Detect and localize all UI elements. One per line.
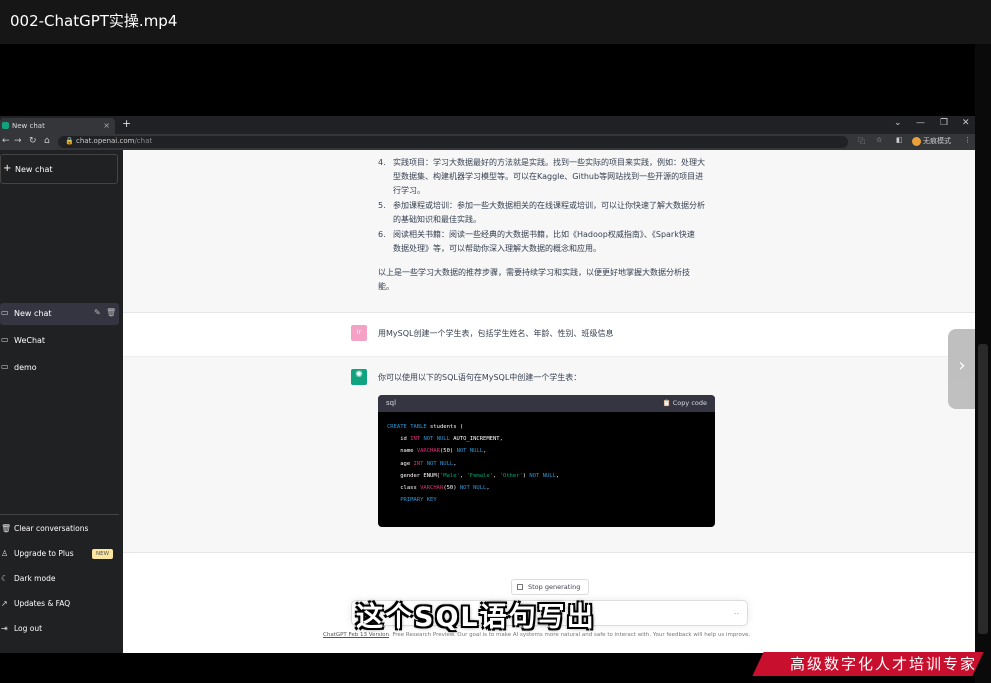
chat-bubble-icon: ▭ <box>1 362 9 371</box>
bookmark-star-icon[interactable]: ☆ <box>876 136 882 144</box>
player-title-bar: 002-ChatGPT实操.mp4 <box>0 0 991 44</box>
list-number: 6. <box>378 230 386 239</box>
answer-summary: 能。 <box>378 282 394 291</box>
chat-main: 4. 实践项目：学习大数据最好的方法就是实践。找到一些实际的项目来实践，例如：处… <box>123 150 975 653</box>
video-title: 002-ChatGPT实操.mp4 <box>10 12 178 30</box>
updates-faq-link[interactable]: ↗ Updates & FAQ <box>0 594 119 614</box>
sidebar-divider <box>0 514 119 515</box>
log-out-button[interactable]: ⇥ Log out <box>0 619 119 639</box>
sidebar-chat-item[interactable]: ▭ demo <box>0 357 119 379</box>
code-line: gender ENUM('Male', 'Female', 'Other') N… <box>387 472 560 479</box>
openai-favicon-icon <box>2 122 9 129</box>
sidebar: + New chat ▭ New chat ✎ 🗑 ▭ WeChat ▭ dem… <box>0 150 123 653</box>
user-avatar: Ir <box>351 325 367 341</box>
forward-icon[interactable]: → <box>14 136 22 146</box>
code-language: sql <box>386 399 397 407</box>
profile-chip[interactable]: 无痕模式 <box>912 136 951 146</box>
url-path: /chat <box>134 137 153 145</box>
close-tab-icon[interactable]: × <box>103 121 110 130</box>
scrollbar-thumb[interactable] <box>978 344 988 634</box>
code-line: name VARCHAR(50) NOT NULL, <box>387 448 487 455</box>
lock-icon: 🔒 <box>65 137 74 145</box>
answer-summary: 以上是一些学习大数据的推荐步骤，需要持续学习和实践，以便更好地掌握大数据分析技 <box>378 268 690 277</box>
profile-avatar-icon <box>912 136 921 146</box>
menu-kebab-icon[interactable]: ⋮ <box>964 136 971 144</box>
minimize-icon[interactable]: — <box>916 118 925 128</box>
url-host: chat.openai.com <box>76 137 135 145</box>
answer-line: 参加课程或培训：参加一些大数据相关的在线课程或培训，可以让你快速了解大数据分析 <box>393 201 705 210</box>
list-number: 5. <box>378 201 386 210</box>
clipboard-icon: 📋 <box>662 399 671 407</box>
new-badge: NEW <box>92 549 114 559</box>
stop-square-icon <box>517 584 523 590</box>
assistant-message-text: 你可以使用以下的SQL语句在MySQL中创建一个学生表： <box>378 373 582 382</box>
code-line: class VARCHAR(50) NOT NULL, <box>387 485 490 492</box>
copy-code-button[interactable]: 📋 Copy code <box>663 399 707 407</box>
typing-indicator-icon: .. <box>733 607 739 616</box>
reload-icon[interactable]: ↻ <box>29 136 37 146</box>
toolbar: ← → ↻ ⌂ 🔒 chat.openai.com/chat ⿻ ☆ ◧ 无痕模… <box>0 134 975 150</box>
home-icon[interactable]: ⌂ <box>44 136 50 146</box>
trash-icon: 🗑 <box>1 524 12 533</box>
code-header: sql 📋 Copy code <box>378 395 715 412</box>
tab-strip: New chat × + ⌄ — ❐ ✕ <box>0 116 975 134</box>
answer-line: 数据处理》等，可以帮助你深入理解大数据的概念和应用。 <box>393 244 601 253</box>
sidepanel-icon[interactable]: ◧ <box>896 136 903 144</box>
sidebar-chat-item[interactable]: ▭ New chat ✎ 🗑 <box>0 303 119 325</box>
upgrade-to-plus-button[interactable]: ♙ Upgrade to Plus NEW <box>0 544 119 564</box>
answer-line: 型数据集、构建机器学习模型等。可以在Kaggle、Github等网站找到一些开源… <box>393 172 704 181</box>
watermark-text: 高级数字化人才培训专家 <box>790 655 978 673</box>
moon-icon: ☾ <box>1 574 9 583</box>
user-message-text: 用MySQL创建一个学生表，包括学生姓名、年龄、性别、班级信息 <box>378 329 614 338</box>
user-message: Ir 用MySQL创建一个学生表，包括学生姓名、年龄、性别、班级信息 <box>123 313 975 357</box>
answer-line: 的基础知识和最佳实践。 <box>393 215 481 224</box>
list-number: 4. <box>378 158 386 167</box>
plus-icon: + <box>3 163 12 174</box>
logout-icon: ⇥ <box>1 624 8 633</box>
browser-window: New chat × + ⌄ — ❐ ✕ ← → ↻ ⌂ 🔒 chat.open… <box>0 116 975 653</box>
external-link-icon: ↗ <box>1 599 8 608</box>
user-icon: ♙ <box>1 549 9 558</box>
dark-mode-button[interactable]: ☾ Dark mode <box>0 569 119 589</box>
code-line: age INT NOT NULL, <box>387 460 457 467</box>
clear-conversations-button[interactable]: 🗑 Clear conversations <box>0 519 119 539</box>
tab-search-icon[interactable]: ⌄ <box>894 118 902 128</box>
chat-bubble-icon: ▭ <box>1 335 9 344</box>
code-block: sql 📋 Copy code CREATE TABLE students ( … <box>378 395 715 527</box>
openai-logo-icon: ✺ <box>351 369 367 385</box>
stop-generating-button[interactable]: Stop generating <box>511 579 589 595</box>
tab-title: New chat <box>12 122 45 130</box>
translate-icon[interactable]: ⿻ <box>858 136 865 146</box>
new-tab-button[interactable]: + <box>122 117 131 130</box>
edit-pencil-icon[interactable]: ✎ <box>94 308 101 317</box>
browser-tab[interactable]: New chat × <box>0 118 115 134</box>
assistant-message: 4. 实践项目：学习大数据最好的方法就是实践。找到一些实际的项目来实践，例如：处… <box>123 150 975 313</box>
maximize-icon[interactable]: ❐ <box>940 118 948 128</box>
trash-icon[interactable]: 🗑 <box>106 308 116 317</box>
assistant-message: ✺ 你可以使用以下的SQL语句在MySQL中创建一个学生表： sql 📋 Cop… <box>123 357 975 553</box>
address-bar[interactable]: 🔒 chat.openai.com/chat <box>58 136 848 148</box>
sidebar-chat-item[interactable]: ▭ WeChat <box>0 330 119 352</box>
player-scrollbar[interactable] <box>975 44 991 683</box>
code-line: CREATE TABLE students ( <box>387 424 464 430</box>
code-line: PRIMARY KEY <box>400 497 437 504</box>
next-chevron-icon[interactable]: › <box>948 329 976 409</box>
chat-bubble-icon: ▭ <box>1 308 9 317</box>
window-close-icon[interactable]: ✕ <box>962 118 970 128</box>
new-chat-button[interactable]: + New chat <box>0 154 118 184</box>
video-subtitle: 这个SQL语句写出 <box>356 602 596 633</box>
code-line: id INT NOT NULL AUTO_INCREMENT, <box>387 436 503 443</box>
answer-line: 实践项目：学习大数据最好的方法就是实践。找到一些实际的项目来实践，例如：处理大 <box>393 158 705 167</box>
answer-line: 阅读相关书籍：阅读一些经典的大数据书籍，比如《Hadoop权威指南》、《Spar… <box>393 230 695 239</box>
back-icon[interactable]: ← <box>2 136 10 146</box>
code-content: CREATE TABLE students ( id INT NOT NULL … <box>387 421 559 506</box>
answer-line: 行学习。 <box>393 186 425 195</box>
